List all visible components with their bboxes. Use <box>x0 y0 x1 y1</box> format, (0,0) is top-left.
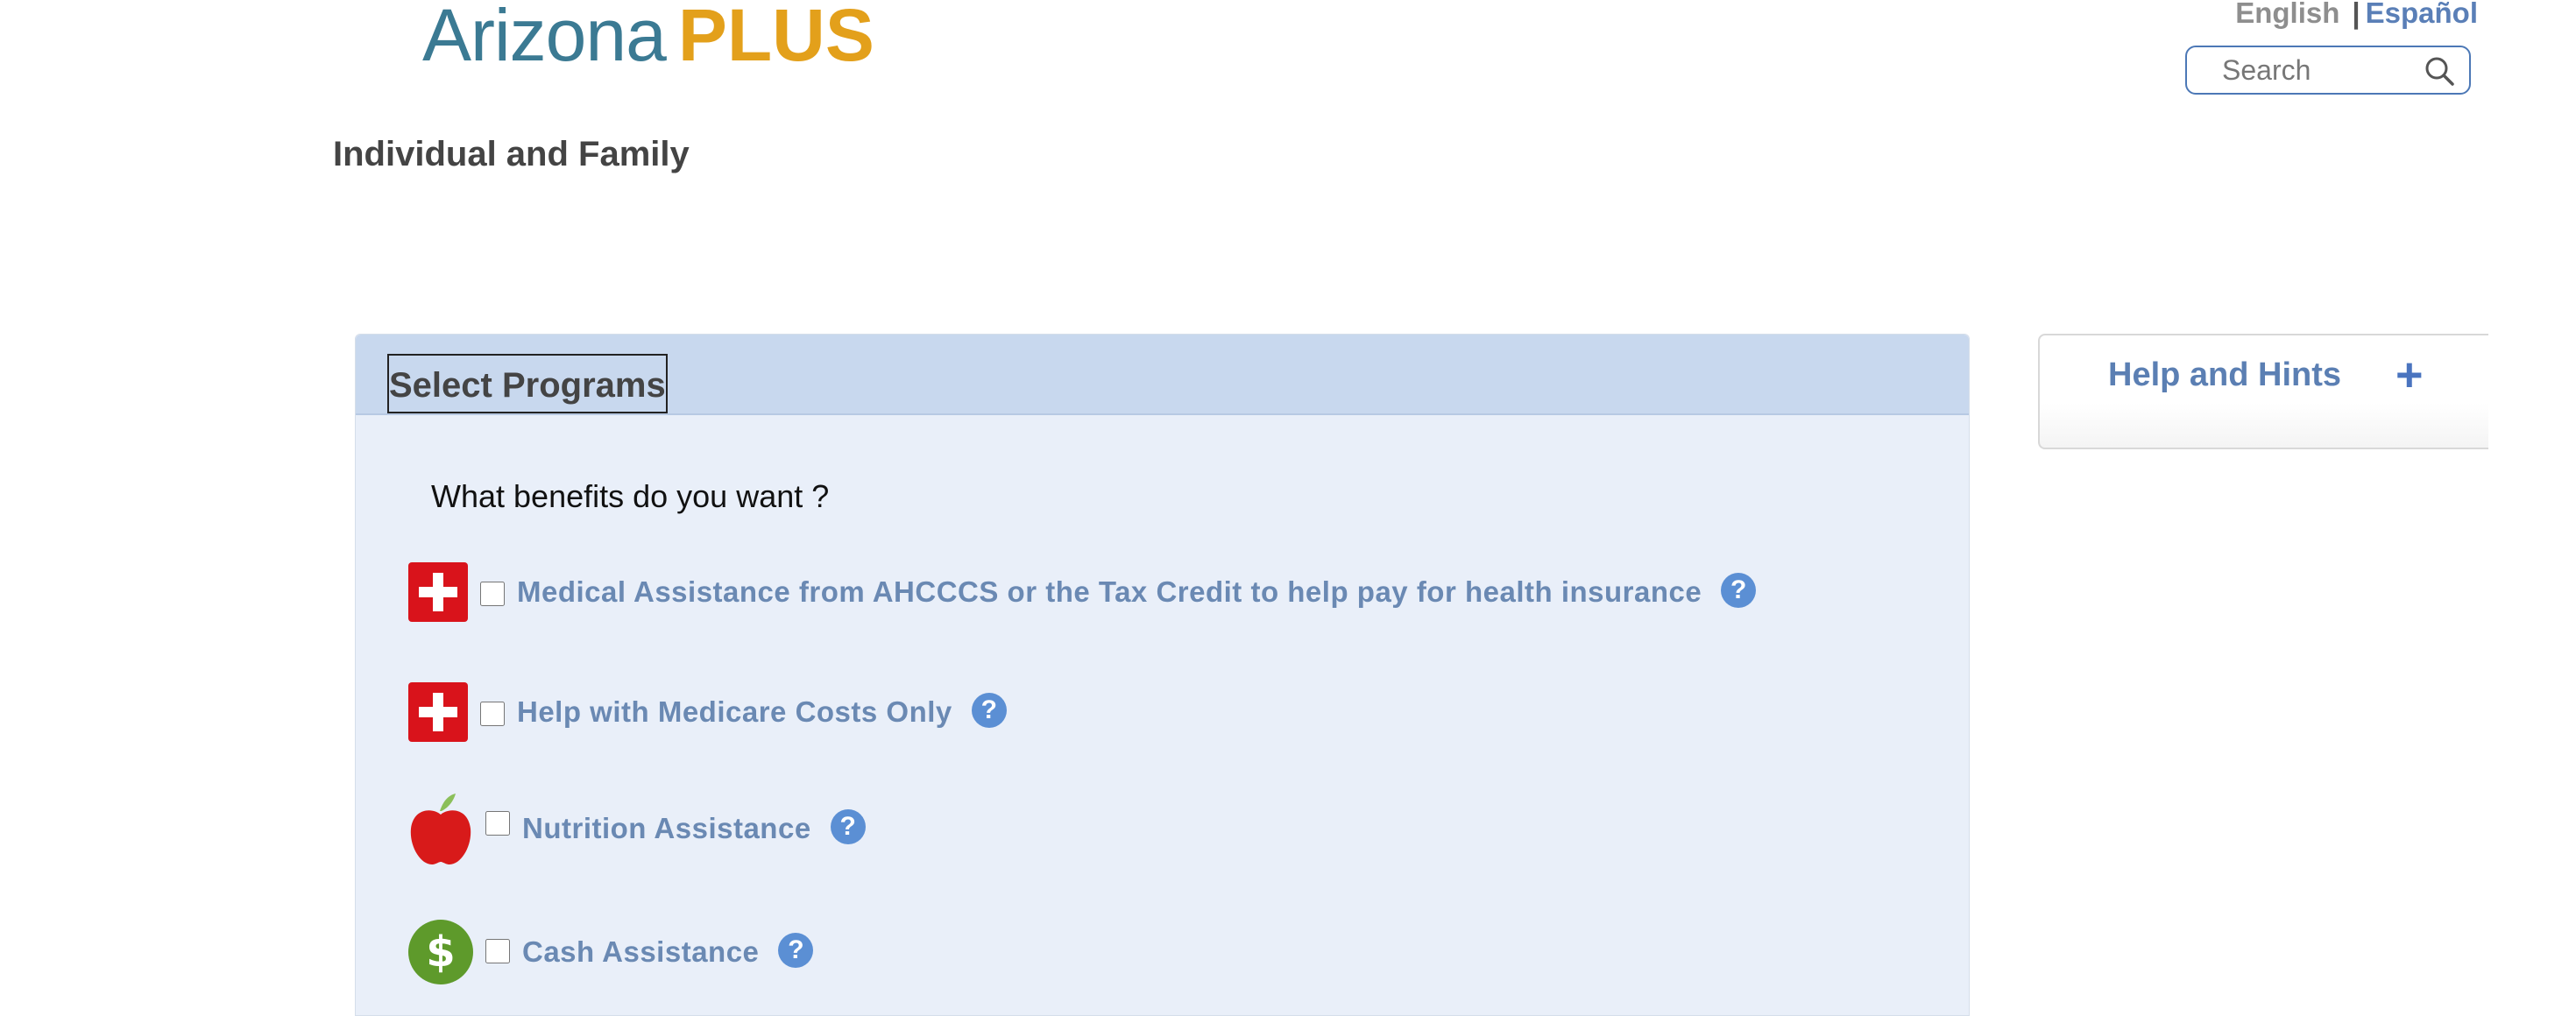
panel-header: Select Programs <box>356 335 1969 415</box>
help-icon[interactable]: ? <box>778 933 814 968</box>
select-programs-panel: Select Programs What benefits do you wan… <box>355 334 1970 1016</box>
program-nutrition-assistance: Nutrition Assistance ? <box>408 792 866 865</box>
medical-cross-icon <box>408 682 468 742</box>
page-title: Individual and Family <box>333 135 690 173</box>
benefits-question: What benefits do you want ? <box>431 478 830 514</box>
search-box <box>2185 46 2471 95</box>
nutrition-assistance-checkbox[interactable] <box>485 811 510 836</box>
help-icon[interactable]: ? <box>971 693 1007 728</box>
english-link[interactable]: English <box>2235 0 2339 29</box>
medicare-costs-checkbox[interactable] <box>480 702 505 726</box>
language-switcher: English | Español <box>2235 0 2478 30</box>
apple-icon <box>410 794 471 865</box>
language-separator: | <box>2352 0 2360 29</box>
dollar-icon: $ <box>408 920 473 984</box>
logo-text-arizona: Arizona <box>422 0 667 76</box>
medical-cross-icon <box>408 562 468 622</box>
panel-heading: Select Programs <box>387 354 668 413</box>
arizona-plus-logo[interactable]: Arizona PLUS <box>422 0 874 78</box>
medicare-costs-label[interactable]: Help with Medicare Costs Only <box>517 695 952 729</box>
espanol-link[interactable]: Español <box>2366 0 2478 29</box>
help-and-hints-title[interactable]: Help and Hints <box>2108 356 2341 394</box>
help-icon[interactable]: ? <box>830 809 866 844</box>
program-medicare-costs: Help with Medicare Costs Only ? <box>408 682 1007 742</box>
search-icon[interactable] <box>2424 55 2455 87</box>
help-icon[interactable]: ? <box>1721 573 1757 608</box>
search-input[interactable] <box>2220 53 2425 88</box>
program-medical-assistance: Medical Assistance from AHCCCS or the Ta… <box>408 562 1757 622</box>
medical-assistance-checkbox[interactable] <box>480 582 505 606</box>
medical-assistance-label[interactable]: Medical Assistance from AHCCCS or the Ta… <box>517 575 1702 609</box>
program-cash-assistance: $ Cash Assistance ? <box>408 920 814 984</box>
cash-assistance-label[interactable]: Cash Assistance <box>522 935 759 969</box>
cash-assistance-checkbox[interactable] <box>485 939 510 963</box>
svg-text:$: $ <box>426 928 455 977</box>
help-and-hints-panel[interactable]: Help and Hints + <box>2038 334 2488 449</box>
expand-plus-icon[interactable]: + <box>2396 351 2424 399</box>
logo-text-plus: PLUS <box>677 0 874 76</box>
nutrition-assistance-label[interactable]: Nutrition Assistance <box>522 812 811 845</box>
